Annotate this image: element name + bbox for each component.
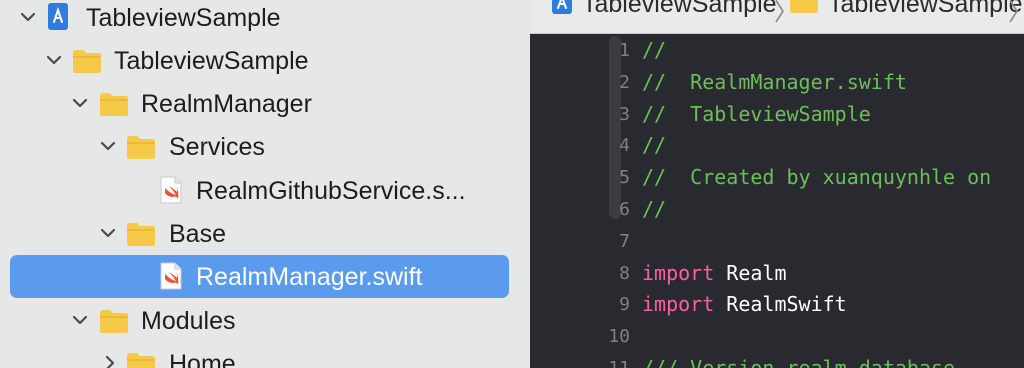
comment-token: //: [642, 133, 667, 157]
nav-item-label: TableviewSample: [86, 4, 281, 32]
code-line[interactable]: import Realm: [642, 261, 787, 285]
comment-token: // Created by xuanquynhle on: [642, 165, 992, 189]
nav-row-group[interactable]: TableviewSample: [0, 39, 530, 82]
nav-item-label: RealmManager: [141, 90, 312, 118]
line-number: 2: [619, 72, 630, 93]
keyword-token: import: [642, 292, 715, 316]
jumpbar-separator-icon: 〉: [1008, 0, 1024, 27]
folder-icon: [125, 351, 157, 368]
code-line[interactable]: // RealmManager.swift: [642, 70, 907, 94]
swift-file-icon: [159, 175, 183, 205]
code-line[interactable]: /// Version realm database: [642, 356, 955, 368]
code-line[interactable]: //: [642, 197, 666, 221]
code-line[interactable]: import RealmSwift: [642, 292, 847, 316]
xcode-project-icon: [550, 0, 574, 16]
chevron-down-icon[interactable]: [19, 7, 37, 27]
nav-item-label: Base: [169, 220, 226, 248]
identifier-token: RealmSwift: [714, 292, 847, 316]
line-number: 5: [619, 167, 630, 188]
project-navigator: TableviewSample TableviewSample RealmMan…: [0, 0, 530, 368]
line-number: 11: [578, 358, 630, 368]
line-number: 7: [619, 231, 630, 252]
code-editor[interactable]: TableviewSample 〉 TableviewSample 〉 1 // 2…: [530, 0, 1024, 368]
keyword-token: import: [642, 261, 715, 285]
code-line[interactable]: //: [642, 38, 666, 62]
line-number: 1: [619, 40, 630, 61]
nav-row-group[interactable]: Base: [0, 212, 530, 255]
line-number: 10: [608, 326, 630, 347]
nav-item-label: Modules: [141, 307, 236, 335]
comment-token: //: [642, 197, 667, 221]
gutter-scroll-indicator[interactable]: [609, 36, 621, 219]
code-line[interactable]: // TableviewSample: [642, 102, 871, 126]
xcode-project-icon: [45, 2, 71, 32]
nav-item-label: RealmManager.swift: [196, 263, 423, 291]
folder-icon: [125, 221, 157, 247]
jumpbar-item[interactable]: TableviewSample: [828, 0, 1023, 19]
line-number: 4: [619, 135, 630, 156]
comment-token: // RealmManager.swift: [642, 70, 907, 94]
nav-row-group[interactable]: RealmManager: [0, 82, 530, 125]
chevron-right-icon[interactable]: [101, 353, 119, 368]
folder-icon: [788, 0, 820, 14]
nav-row-file-selected[interactable]: RealmManager.swift: [0, 255, 530, 298]
chevron-down-icon[interactable]: [99, 136, 117, 156]
nav-row-group[interactable]: Modules: [0, 299, 530, 342]
folder-icon: [71, 48, 103, 74]
swift-file-icon: [159, 261, 183, 291]
jump-bar: TableviewSample 〉 TableviewSample 〉: [530, 0, 1024, 34]
line-number: 8: [619, 263, 630, 284]
comment-token: /// Version realm database: [642, 356, 956, 368]
chevron-down-icon[interactable]: [45, 50, 63, 70]
chevron-down-icon[interactable]: [99, 223, 117, 243]
nav-item-label: Home: [169, 350, 236, 368]
nav-item-label: Services: [169, 133, 265, 161]
nav-item-label: RealmGithubService.s...: [196, 177, 466, 205]
comment-token: //: [642, 38, 667, 62]
nav-row-project[interactable]: TableviewSample: [0, 0, 530, 39]
folder-icon: [98, 91, 130, 117]
nav-row-group[interactable]: Services: [0, 125, 530, 168]
nav-item-label: TableviewSample: [114, 47, 309, 75]
jumpbar-item[interactable]: TableviewSample: [582, 0, 777, 19]
folder-icon: [98, 308, 130, 334]
line-number: 3: [619, 104, 630, 125]
nav-row-file[interactable]: RealmGithubService.s...: [0, 169, 530, 212]
chevron-down-icon[interactable]: [71, 310, 89, 330]
code-line[interactable]: //: [642, 133, 666, 157]
identifier-token: Realm: [714, 261, 787, 285]
line-number: 6: [619, 199, 630, 220]
line-number: 9: [619, 294, 630, 315]
chevron-down-icon[interactable]: [71, 93, 89, 113]
folder-icon: [125, 134, 157, 160]
code-line[interactable]: // Created by xuanquynhle on: [642, 165, 991, 189]
comment-token: // TableviewSample: [642, 102, 871, 126]
nav-row-group[interactable]: Home: [0, 342, 530, 368]
